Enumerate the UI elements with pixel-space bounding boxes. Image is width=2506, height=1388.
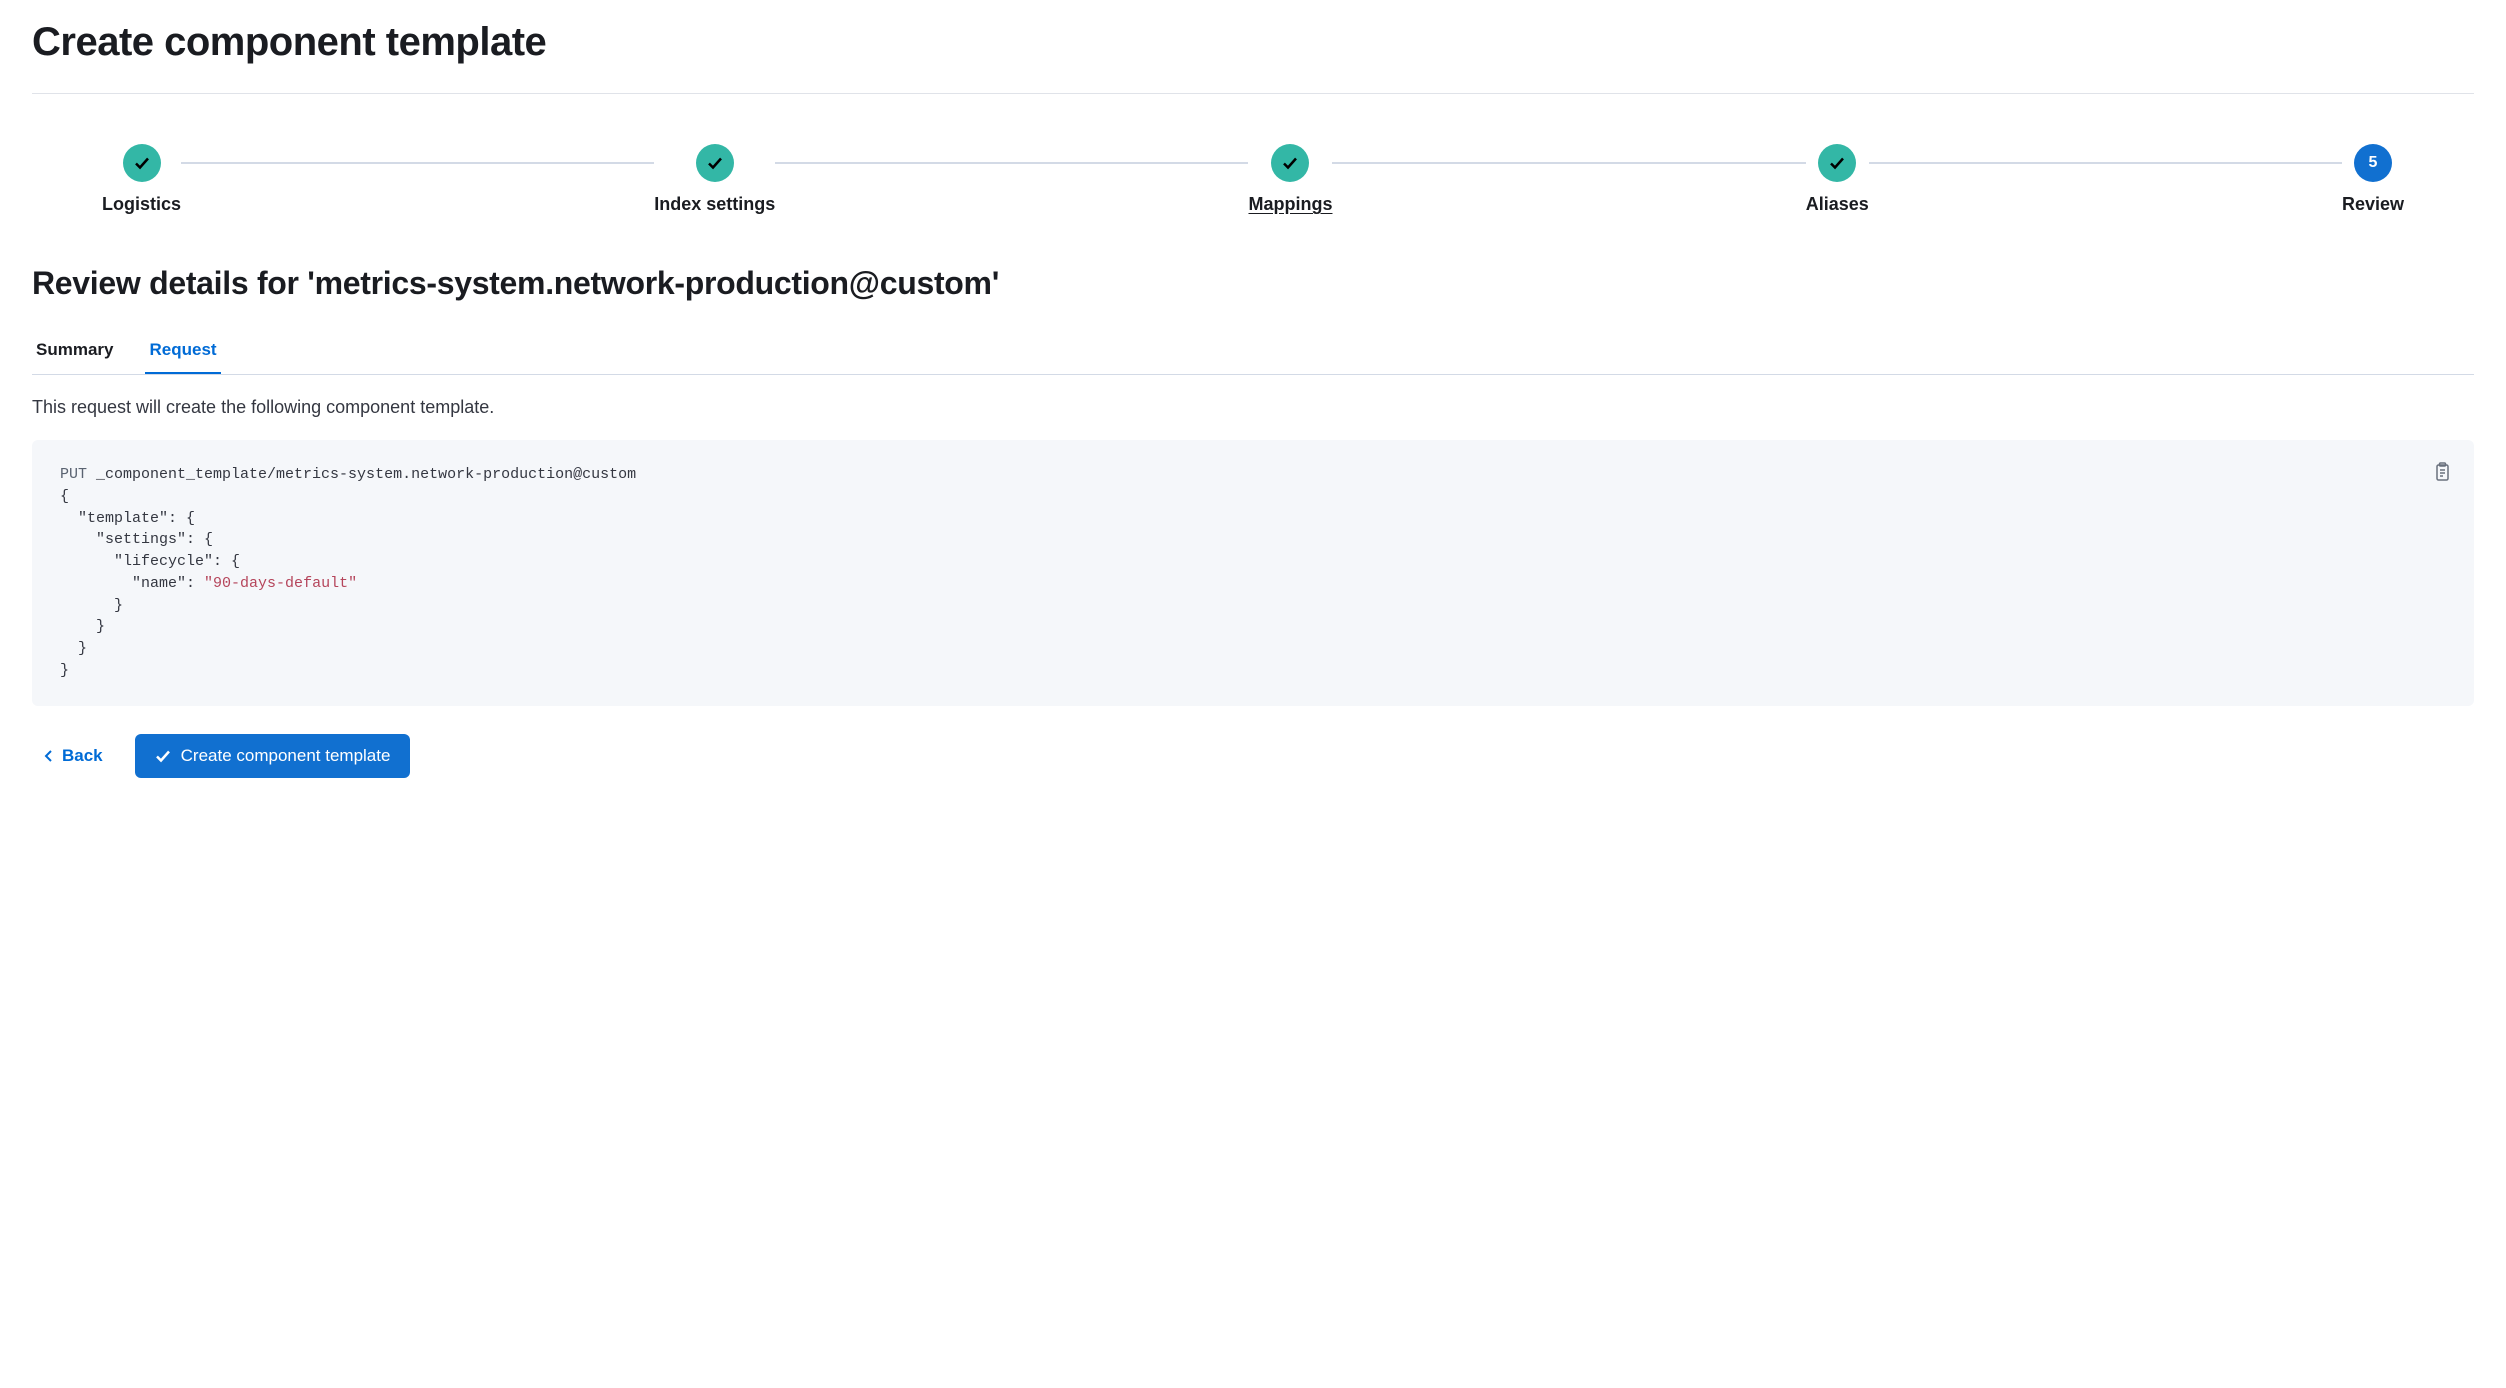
request-code: PUT _component_template/metrics-system.n…	[60, 464, 2446, 682]
tabs: Summary Request	[32, 330, 2474, 375]
tab-request[interactable]: Request	[145, 330, 220, 374]
footer-actions: Back Create component template	[44, 734, 2474, 778]
chevron-left-icon	[44, 749, 54, 763]
step-label: Logistics	[102, 194, 181, 215]
step-check-icon	[123, 144, 161, 182]
step-connector	[181, 162, 654, 164]
request-description: This request will create the following c…	[32, 397, 2474, 418]
check-icon	[155, 748, 171, 764]
step-mappings[interactable]: Mappings	[1248, 144, 1332, 215]
create-button[interactable]: Create component template	[135, 734, 411, 778]
divider	[32, 93, 2474, 94]
step-connector	[1332, 162, 1805, 164]
step-connector	[775, 162, 1248, 164]
step-review[interactable]: 5 Review	[2342, 144, 2404, 215]
create-button-label: Create component template	[181, 746, 391, 766]
step-connector	[1869, 162, 2342, 164]
section-title: Review details for 'metrics-system.netwo…	[32, 265, 2474, 302]
step-check-icon	[1818, 144, 1856, 182]
back-button[interactable]: Back	[44, 746, 103, 766]
step-aliases[interactable]: Aliases	[1806, 144, 1869, 215]
step-label: Aliases	[1806, 194, 1869, 215]
copy-button[interactable]	[2428, 458, 2456, 486]
step-check-icon	[1271, 144, 1309, 182]
step-logistics[interactable]: Logistics	[102, 144, 181, 215]
page-title: Create component template	[32, 20, 2474, 65]
tab-summary[interactable]: Summary	[32, 330, 117, 374]
stepper: Logistics Index settings Mappings Aliases 5 R…	[32, 144, 2474, 215]
step-check-icon	[696, 144, 734, 182]
request-code-block: PUT _component_template/metrics-system.n…	[32, 440, 2474, 706]
step-label: Review	[2342, 194, 2404, 215]
step-label: Mappings	[1248, 194, 1332, 215]
step-number-icon: 5	[2354, 144, 2392, 182]
step-index-settings[interactable]: Index settings	[654, 144, 775, 215]
step-label: Index settings	[654, 194, 775, 215]
clipboard-icon	[2433, 462, 2451, 482]
back-button-label: Back	[62, 746, 103, 766]
